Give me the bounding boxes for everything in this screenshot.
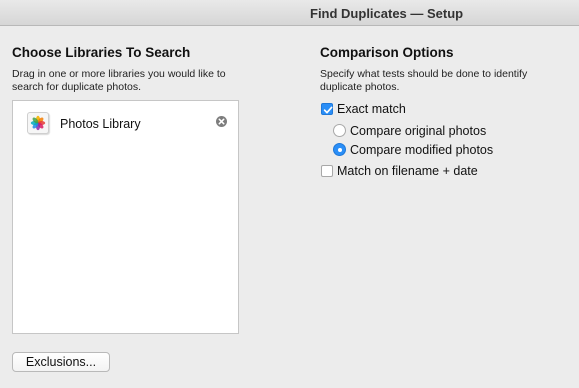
library-label: Photos Library xyxy=(60,117,141,131)
libraries-heading: Choose Libraries To Search xyxy=(12,45,191,60)
photos-app-icon xyxy=(27,112,49,134)
comparison-heading: Comparison Options xyxy=(320,45,454,60)
window-titlebar[interactable]: Find Duplicates — Setup xyxy=(0,0,579,26)
compare-modified-option[interactable]: Compare modified photos xyxy=(333,143,533,159)
setup-window: Find Duplicates — Setup Choose Libraries… xyxy=(0,0,579,388)
window-title: Find Duplicates — Setup xyxy=(310,6,464,21)
exact-match-checkbox[interactable] xyxy=(321,103,333,115)
compare-original-label: Compare original photos xyxy=(350,124,487,138)
filename-date-checkbox[interactable] xyxy=(321,165,333,177)
radio-selected-dot xyxy=(337,147,342,152)
exact-match-option[interactable]: Exact match xyxy=(321,102,521,118)
compare-modified-label: Compare modified photos xyxy=(350,143,494,157)
comparison-description: Specify what tests should be done to ide… xyxy=(320,68,528,93)
libraries-description: Drag in one or more libraries you would … xyxy=(12,68,226,93)
library-item[interactable]: Photos Library xyxy=(13,109,238,139)
compare-modified-radio[interactable] xyxy=(333,143,346,156)
compare-original-radio[interactable] xyxy=(333,124,346,137)
compare-original-option[interactable]: Compare original photos xyxy=(333,124,533,140)
remove-library-icon[interactable] xyxy=(216,116,227,127)
libraries-drop-list[interactable]: Photos Library xyxy=(12,100,239,334)
filename-date-label: Match on filename + date xyxy=(337,164,478,178)
exact-match-label: Exact match xyxy=(337,102,406,116)
exclusions-button[interactable]: Exclusions... xyxy=(12,352,110,372)
filename-date-option[interactable]: Match on filename + date xyxy=(321,164,521,180)
